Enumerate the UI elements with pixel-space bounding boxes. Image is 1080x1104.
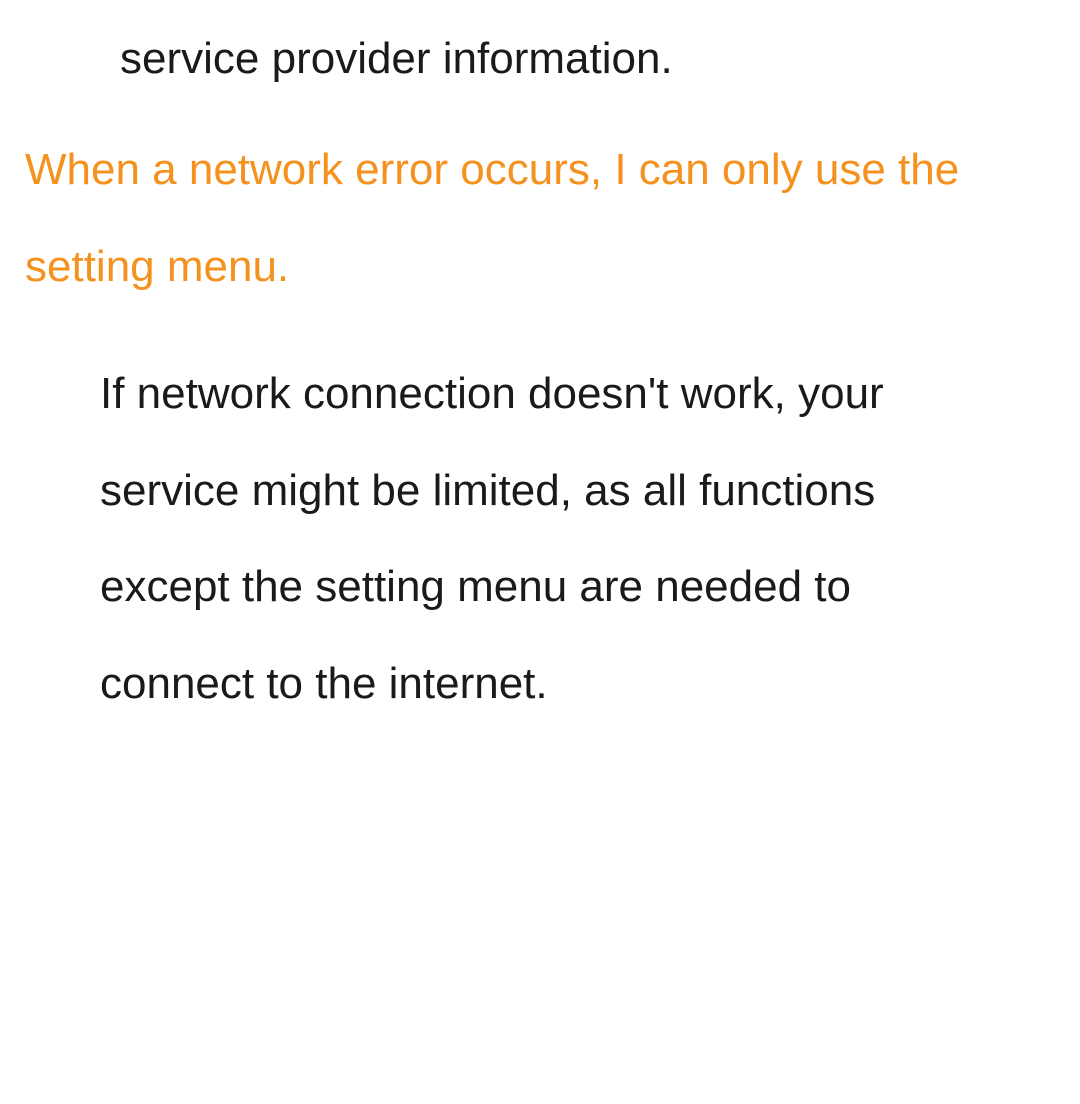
- body-paragraph: If network connection doesn't work, your…: [100, 346, 1055, 733]
- fragment-text: service provider information.: [120, 30, 1055, 87]
- section-heading: When a network error occurs, I can only …: [25, 122, 1055, 316]
